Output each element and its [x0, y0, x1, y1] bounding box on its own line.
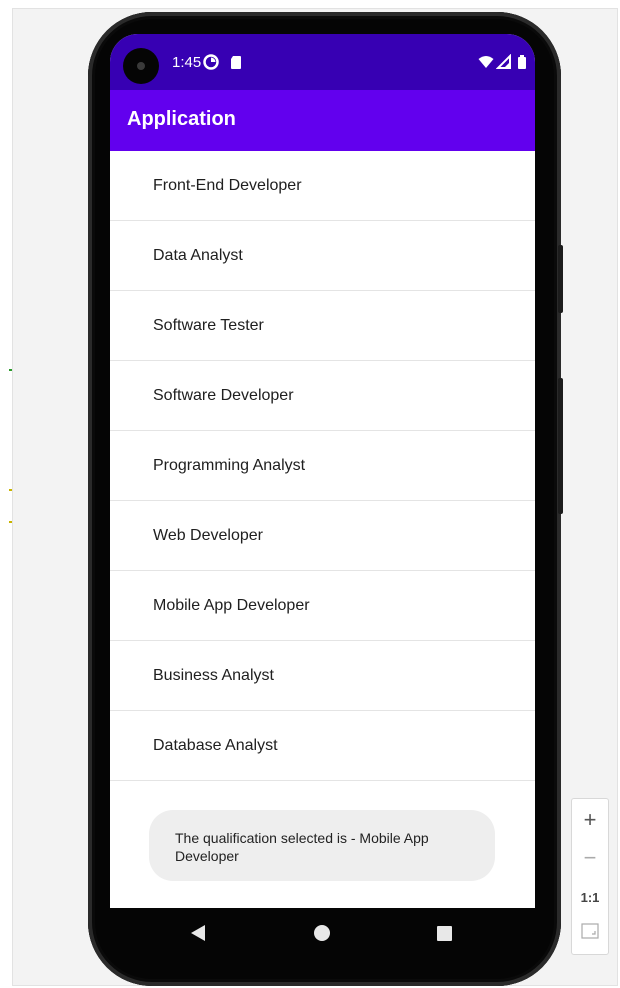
- app-bar: Application: [110, 90, 535, 151]
- sd-card-icon: [228, 54, 244, 70]
- list-item-label: Web Developer: [153, 527, 263, 544]
- wifi-icon: [478, 54, 494, 70]
- status-time: 1:45: [172, 54, 202, 71]
- guide-mark: [9, 369, 12, 371]
- list-item[interactable]: Front-End Developer: [110, 151, 535, 221]
- guide-mark: [9, 489, 12, 491]
- list-item[interactable]: Mobile App Developer: [110, 571, 535, 641]
- back-icon: [191, 925, 205, 941]
- list-item[interactable]: Software Tester: [110, 291, 535, 361]
- list-item-label: Front-End Developer: [153, 177, 302, 194]
- list-item-label: Database Analyst: [153, 737, 278, 754]
- back-button[interactable]: [168, 908, 228, 958]
- zoom-controls: + − 1:1: [571, 798, 609, 955]
- status-bar: 1:45: [110, 34, 535, 90]
- home-button[interactable]: [292, 908, 352, 958]
- list-item-label: Software Developer: [153, 387, 294, 404]
- fit-screen-button[interactable]: [572, 923, 608, 944]
- volume-button[interactable]: [558, 245, 563, 313]
- data-saver-icon: [203, 54, 219, 70]
- list-item-label: Software Tester: [153, 317, 264, 334]
- toast-text: The qualification selected is - Mobile A…: [175, 830, 429, 864]
- app-title: Application: [127, 108, 236, 130]
- list-item[interactable]: Software Developer: [110, 361, 535, 431]
- actual-size-button[interactable]: 1:1: [572, 890, 608, 905]
- list-item[interactable]: Web Developer: [110, 501, 535, 571]
- battery-icon: [514, 54, 530, 70]
- zoom-out-button[interactable]: −: [572, 845, 608, 871]
- front-camera: [123, 48, 159, 84]
- list-item[interactable]: Business Analyst: [110, 641, 535, 711]
- zoom-in-button[interactable]: +: [572, 807, 608, 833]
- list-item[interactable]: Programming Analyst: [110, 431, 535, 501]
- toast-message: The qualification selected is - Mobile A…: [149, 810, 495, 881]
- list-item-label: Business Analyst: [153, 667, 274, 684]
- home-icon: [314, 925, 330, 941]
- list-item-label: Programming Analyst: [153, 457, 306, 474]
- signal-icon: [495, 53, 512, 70]
- navigation-bar: [110, 908, 535, 958]
- device-screen: 1:45 Application Front-End Developer Dat…: [110, 34, 535, 908]
- qualification-list: Front-End Developer Data Analyst Softwar…: [110, 151, 535, 781]
- list-item-label: Mobile App Developer: [153, 597, 310, 614]
- guide-mark: [9, 521, 12, 523]
- recents-icon: [437, 926, 452, 941]
- list-item-label: Data Analyst: [153, 247, 243, 264]
- recents-button[interactable]: [414, 908, 474, 958]
- fit-screen-icon: [581, 923, 599, 939]
- power-button[interactable]: [558, 378, 563, 514]
- list-item[interactable]: Database Analyst: [110, 711, 535, 781]
- list-item[interactable]: Data Analyst: [110, 221, 535, 291]
